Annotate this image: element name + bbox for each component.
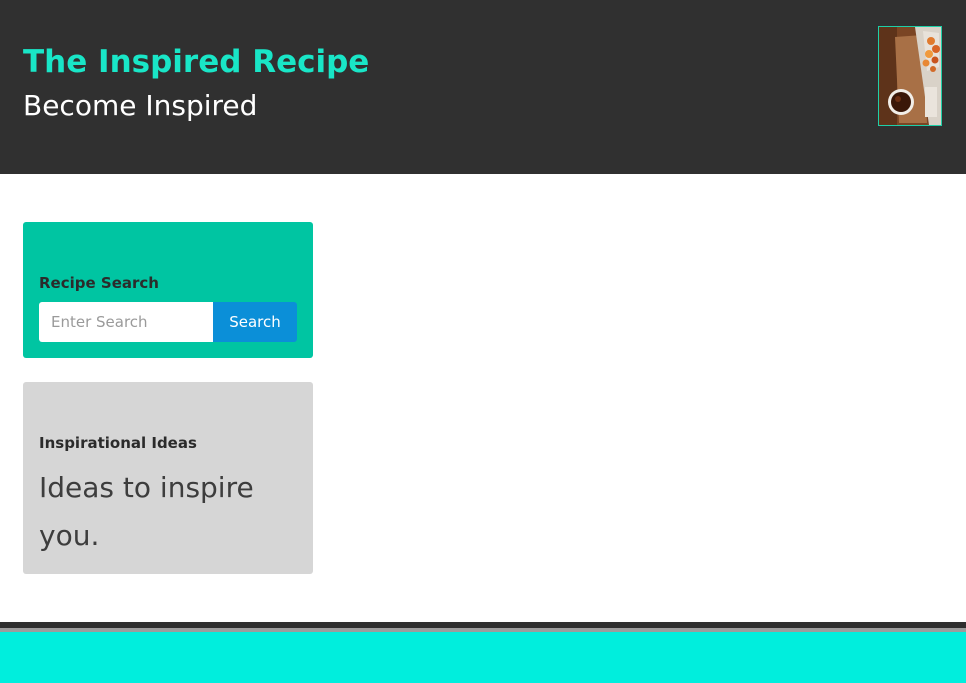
site-title: The Inspired Recipe: [23, 44, 370, 80]
search-input[interactable]: [39, 302, 214, 342]
food-photo-logo-icon[interactable]: [878, 26, 942, 126]
inspirational-ideas-text: Ideas to inspire you.: [39, 471, 254, 552]
recipe-search-panel: Recipe Search Search: [23, 222, 313, 358]
inspirational-ideas-heading: Inspirational Ideas: [39, 434, 197, 452]
search-button[interactable]: Search: [213, 302, 297, 342]
site-subtitle: Become Inspired: [23, 89, 258, 122]
site-footer: [0, 632, 966, 683]
recipe-search-heading: Recipe Search: [39, 274, 159, 292]
site-header: The Inspired Recipe Become Inspired: [0, 0, 966, 174]
inspirational-ideas-panel: Inspirational Ideas Ideas to inspire you…: [23, 382, 313, 574]
